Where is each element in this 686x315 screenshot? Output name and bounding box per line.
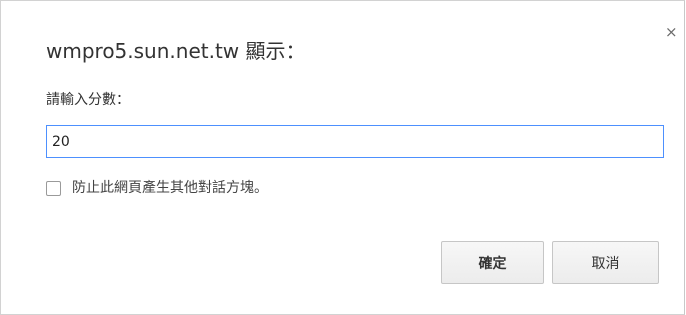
dialog-title: wmpro5.sun.net.tw 顯示： (46, 39, 306, 63)
prompt-message: 請輸入分數： (46, 92, 130, 108)
suppress-dialogs-checkbox[interactable] (46, 180, 61, 196)
prompt-input[interactable] (46, 125, 664, 158)
javascript-prompt-dialog: × wmpro5.sun.net.tw 顯示： 請輸入分數： 防止此網頁產生其他… (0, 0, 685, 315)
close-icon[interactable]: × (665, 25, 678, 40)
ok-button[interactable]: 確定 (441, 241, 544, 284)
suppress-dialogs-option[interactable]: 防止此網頁產生其他對話方塊。 (46, 177, 268, 199)
cancel-button[interactable]: 取消 (552, 241, 659, 284)
suppress-dialogs-label: 防止此網頁產生其他對話方塊。 (72, 180, 268, 196)
